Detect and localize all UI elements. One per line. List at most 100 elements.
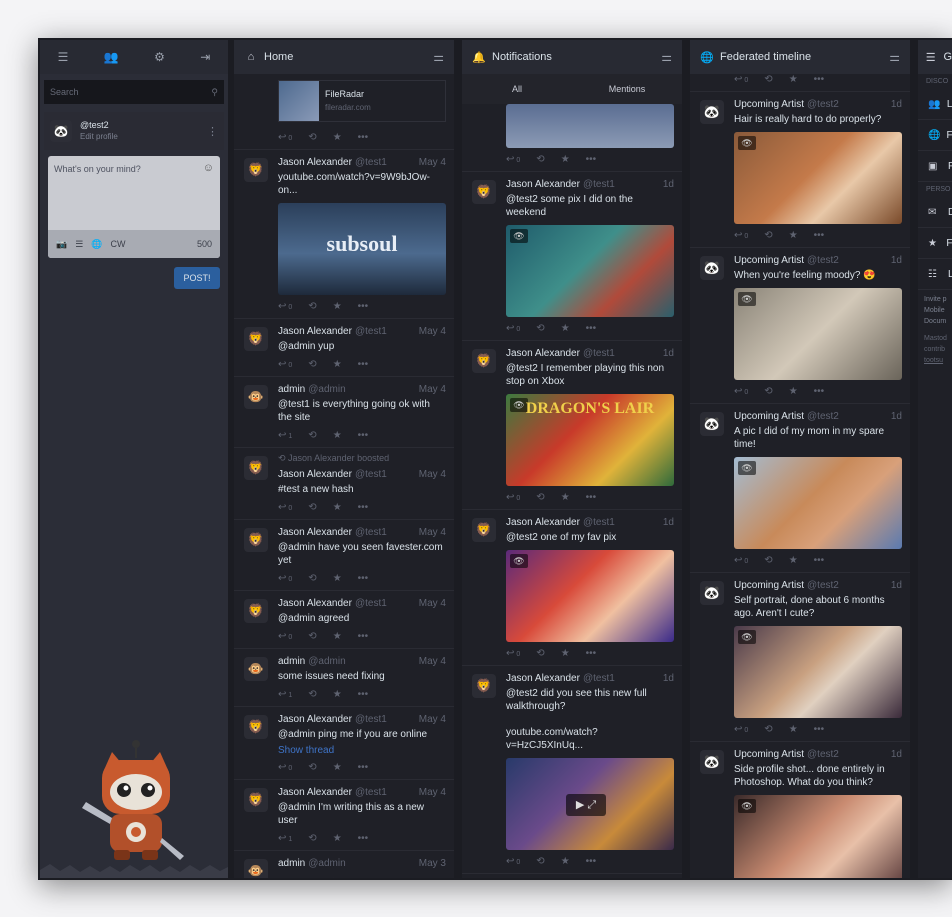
display-name[interactable]: Jason Alexander [278,713,352,727]
footer-links[interactable]: Invite p Mobile Docum Mastod contrib too… [918,290,952,370]
boost-icon[interactable]: ⟲ [536,648,544,659]
more-icon[interactable]: ••• [814,724,825,735]
more-icon[interactable]: ••• [814,74,825,85]
avatar[interactable]: 🦁 [472,674,496,698]
column-settings-icon[interactable]: ⚌ [889,50,900,64]
eye-icon[interactable]: 👁 [738,630,756,644]
more-icon[interactable]: ••• [814,386,825,397]
reply-icon[interactable]: ↩ [278,877,288,878]
status-time[interactable]: 1d [891,98,902,112]
status[interactable]: 🐼 Upcoming Artist @test2 1d Side profile… [690,742,910,878]
more-icon[interactable]: ⋮ [207,125,218,138]
avatar[interactable]: 🐵 [244,859,268,878]
favourite-icon[interactable]: ★ [333,573,342,584]
boost-icon[interactable]: ⟲ [764,555,772,566]
eye-icon[interactable]: 👁 [510,229,528,243]
status-time[interactable]: 1d [663,516,674,530]
display-name[interactable]: Jason Alexander [278,526,352,540]
boost-icon[interactable]: ⟲ [764,74,772,85]
reply-icon[interactable]: ↩ 0 [278,301,292,312]
display-name[interactable]: Jason Alexander [506,516,580,530]
status-time[interactable]: May 4 [419,713,446,727]
boost-icon[interactable]: ⟲ [308,833,316,844]
eye-icon[interactable]: 👁 [738,799,756,813]
avatar[interactable]: 🦁 [472,180,496,204]
display-name[interactable]: Upcoming Artist [734,254,804,268]
favourite-icon[interactable]: ★ [333,631,342,642]
boost-icon[interactable]: ⟲ [536,856,544,867]
avatar[interactable]: 🦁 [472,518,496,542]
reply-icon[interactable]: ↩ 0 [506,323,520,334]
display-name[interactable]: admin [278,383,305,397]
display-name[interactable]: admin [278,857,305,871]
more-icon[interactable]: ••• [358,573,369,584]
status[interactable]: 🐼 Upcoming Artist @test2 1d A pic I did … [690,404,910,573]
status-time[interactable]: May 4 [419,655,446,669]
gear-icon[interactable]: ⚙ [154,50,165,64]
link-card[interactable]: FileRadar fileradar.com [278,80,446,122]
display-name[interactable]: Jason Alexander [278,325,352,339]
status[interactable]: 🦁 Jason Alexander @test1 May 4 @admin pi… [234,707,454,780]
status-time[interactable]: May 4 [419,383,446,397]
more-icon[interactable]: ••• [358,631,369,642]
show-thread-link[interactable]: Show thread [278,745,446,756]
more-icon[interactable]: ••• [358,301,369,312]
display-name[interactable]: Jason Alexander [278,468,352,482]
avatar[interactable]: 🦁 [244,788,268,812]
avatar[interactable]: 🐼 [700,750,724,774]
federated-column-header[interactable]: 🌐 Federated timeline ⚌ [690,40,910,74]
status[interactable]: 🦁 Jason Alexander @test1 May 4 @admin ha… [234,520,454,591]
avatar[interactable]: 🐼 [50,120,72,142]
menu-icon[interactable]: ☰ [58,50,69,64]
display-name[interactable]: Jason Alexander [506,347,580,361]
avatar[interactable]: 🐼 [700,581,724,605]
status-time[interactable]: May 4 [419,156,446,170]
avatar[interactable]: 🐵 [244,385,268,409]
reply-icon[interactable]: ↩ 0 [506,154,520,165]
reply-icon[interactable]: ↩ 0 [506,856,520,867]
reply-icon[interactable]: ↩ 1 [278,833,292,844]
eye-icon[interactable]: 👁 [738,136,756,150]
avatar[interactable]: 🦁 [244,327,268,351]
favourite-icon[interactable]: ★ [789,230,798,241]
poll-icon[interactable]: ☰ [75,239,83,250]
status-time[interactable]: 1d [891,748,902,762]
display-name[interactable]: Jason Alexander [278,786,352,800]
avatar[interactable]: 🦁 [244,599,268,623]
more-icon[interactable]: ••• [586,323,597,334]
favourite-icon[interactable]: ★ [329,877,338,878]
status-time[interactable]: May 4 [419,468,446,482]
more-icon[interactable]: ••• [354,877,365,878]
nav-direct[interactable]: ✉ D [918,197,952,228]
more-icon[interactable]: ••• [358,502,369,513]
reply-icon[interactable]: ↩ 1 [278,689,292,700]
more-icon[interactable]: ••• [358,359,369,370]
display-name[interactable]: Upcoming Artist [734,98,804,112]
eye-icon[interactable]: 👁 [510,554,528,568]
status[interactable]: 🐼 Upcoming Artist @test2 1d Self portrai… [690,573,910,742]
status[interactable]: ⟲ Jason Alexander boosted 🦁 Jason Alexand… [234,448,454,520]
status-time[interactable]: May 4 [419,597,446,611]
display-name[interactable]: Jason Alexander [278,156,352,170]
reply-icon[interactable]: ↩ 0 [278,573,292,584]
status-time[interactable]: May 3 [419,857,446,871]
favourite-icon[interactable]: ★ [333,762,342,773]
more-icon[interactable]: ••• [358,430,369,441]
reply-icon[interactable]: ↩ 1 [278,430,292,441]
compose-box[interactable]: What's on your mind? ☺ 📷 ☰ 🌐 CW 500 [48,156,220,258]
display-name[interactable]: Upcoming Artist [734,410,804,424]
status[interactable]: 🦁 Jason Alexander @test1 1d @test2 did y… [462,666,682,874]
status[interactable]: 🐵 admin @admin May 4 some issues need fi… [234,649,454,707]
favourite-icon[interactable]: ★ [333,689,342,700]
reply-icon[interactable]: ↩ 0 [278,502,292,513]
boost-icon[interactable]: ⟲ [304,877,312,878]
status[interactable]: 🦁 Jason Alexander @test1 1d @test2 I rem… [462,341,682,510]
more-icon[interactable]: ••• [586,856,597,867]
boost-icon[interactable]: ⟲ [308,301,316,312]
avatar[interactable]: 🦁 [244,715,268,739]
display-name[interactable]: admin [278,655,305,669]
reply-icon[interactable]: ↩ 0 [278,132,292,143]
column-settings-icon[interactable]: ⚌ [433,50,444,64]
status[interactable]: 🦁 Jason Alexander @test1 1d @test2 one o… [462,510,682,666]
status-media[interactable]: 👁 [506,225,674,317]
